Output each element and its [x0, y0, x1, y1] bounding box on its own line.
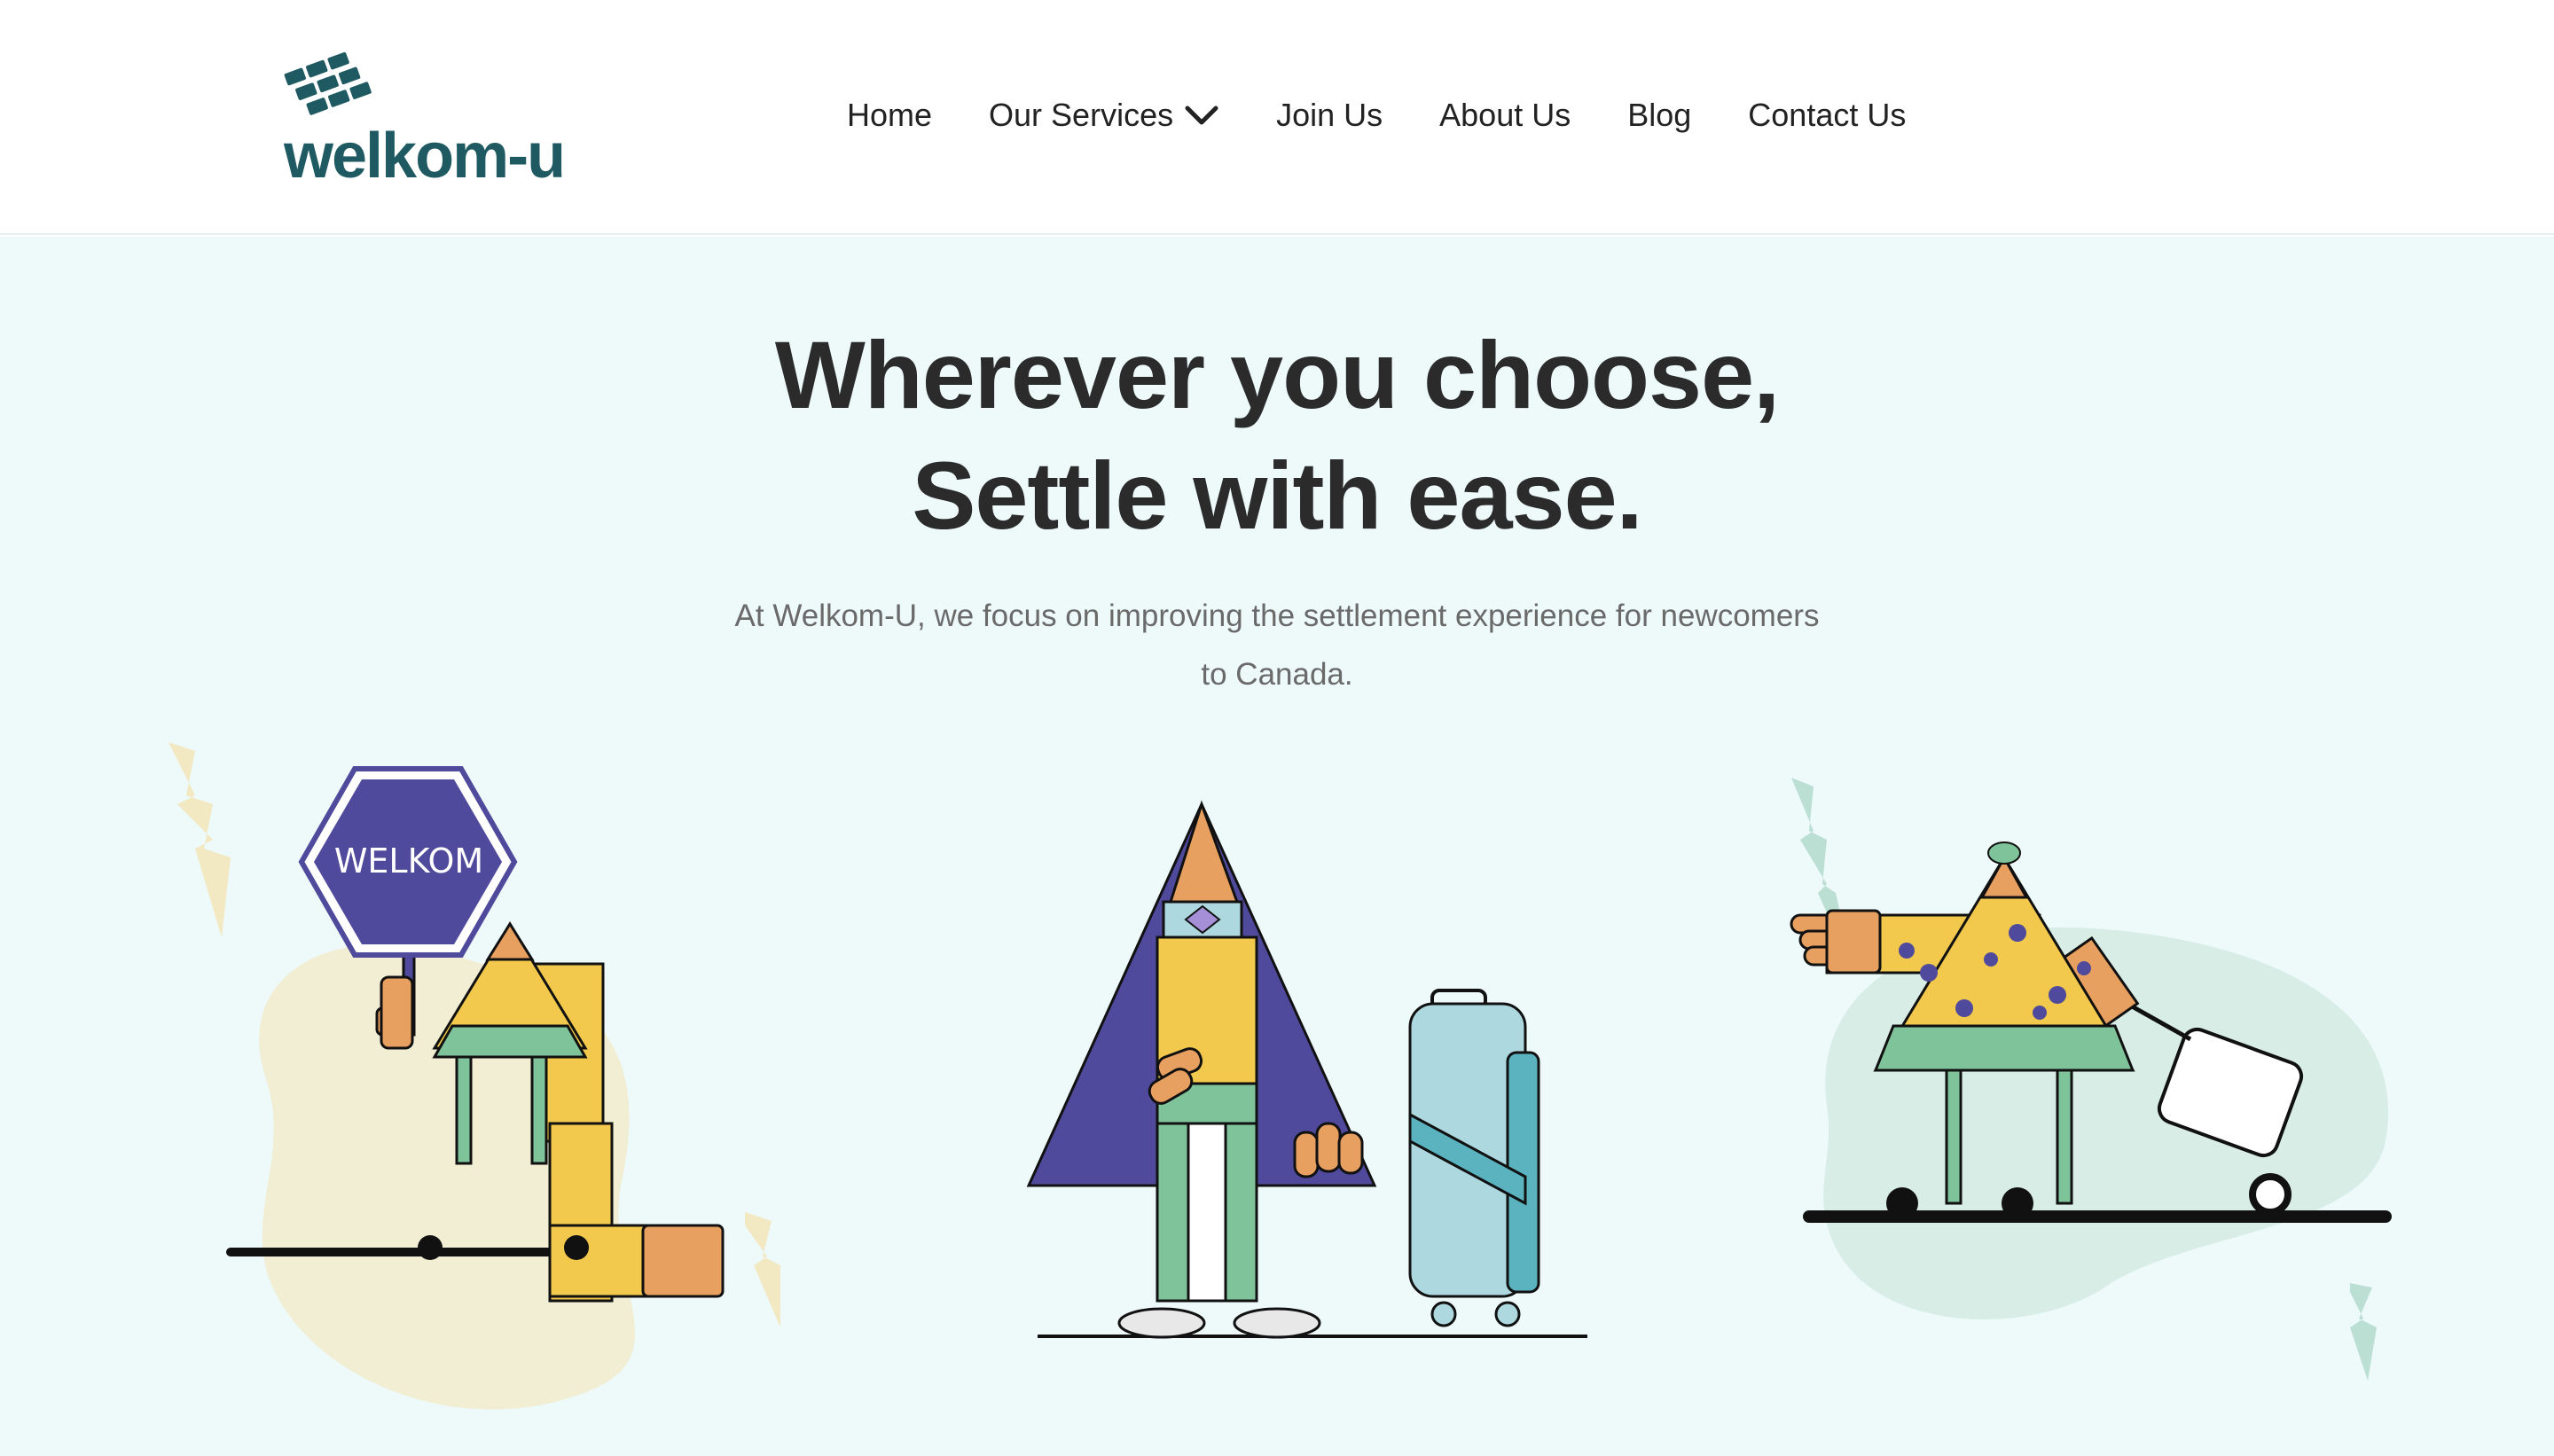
nav-contact-us[interactable]: Contact Us [1748, 97, 1906, 134]
nav-our-services-label: Our Services [989, 97, 1174, 133]
nav-contact-us-label: Contact Us [1748, 97, 1907, 133]
nav-about-us-label: About Us [1439, 97, 1571, 133]
main-nav: Home Our Services Join Us About Us Blog … [847, 93, 1906, 137]
logo-mark-icon [284, 51, 372, 115]
brand-logo[interactable]: welkom-u [284, 51, 568, 188]
nav-join-us-label: Join Us [1276, 97, 1383, 133]
nav-join-us[interactable]: Join Us [1276, 97, 1383, 134]
hero-subtitle-line1: At Welkom-U, we focus on improving the s… [734, 599, 1820, 633]
nav-blog-label: Blog [1627, 97, 1692, 133]
nav-our-services[interactable]: Our Services [989, 97, 1219, 134]
illustration-welkom-sign: WELKOM [160, 742, 816, 1452]
nav-home[interactable]: Home [847, 97, 932, 134]
illustration-luggage-cart [1774, 769, 2412, 1443]
coat-suitcase-illustration-icon [1026, 800, 1587, 1339]
nav-home-label: Home [847, 97, 933, 133]
sign-text: WELKOM [334, 842, 483, 881]
chevron-down-icon [1185, 106, 1218, 125]
welkom-sign-illustration-icon: WELKOM [168, 742, 780, 1410]
luggage-cart-illustration-icon [1790, 778, 2392, 1381]
hero-section: Wherever you choose, Settle with ease. A… [0, 237, 2554, 1456]
hero-subtitle: At Welkom-U, we focus on improving the s… [674, 587, 1880, 704]
nav-about-us[interactable]: About Us [1439, 97, 1571, 134]
hero-headline-line1: Wherever you choose, [774, 321, 1780, 428]
hero-headline: Wherever you choose, Settle with ease. [0, 315, 2554, 556]
site-header: welkom-u Home Our Services Join Us About… [0, 0, 2554, 235]
hero-subtitle-line2: to Canada. [1201, 657, 1353, 692]
nav-blog[interactable]: Blog [1627, 97, 1691, 134]
illustration-coat-suitcase [1011, 787, 1614, 1354]
hero-headline-line2: Settle with ease. [912, 442, 1642, 549]
brand-name: welkom-u [284, 121, 566, 192]
